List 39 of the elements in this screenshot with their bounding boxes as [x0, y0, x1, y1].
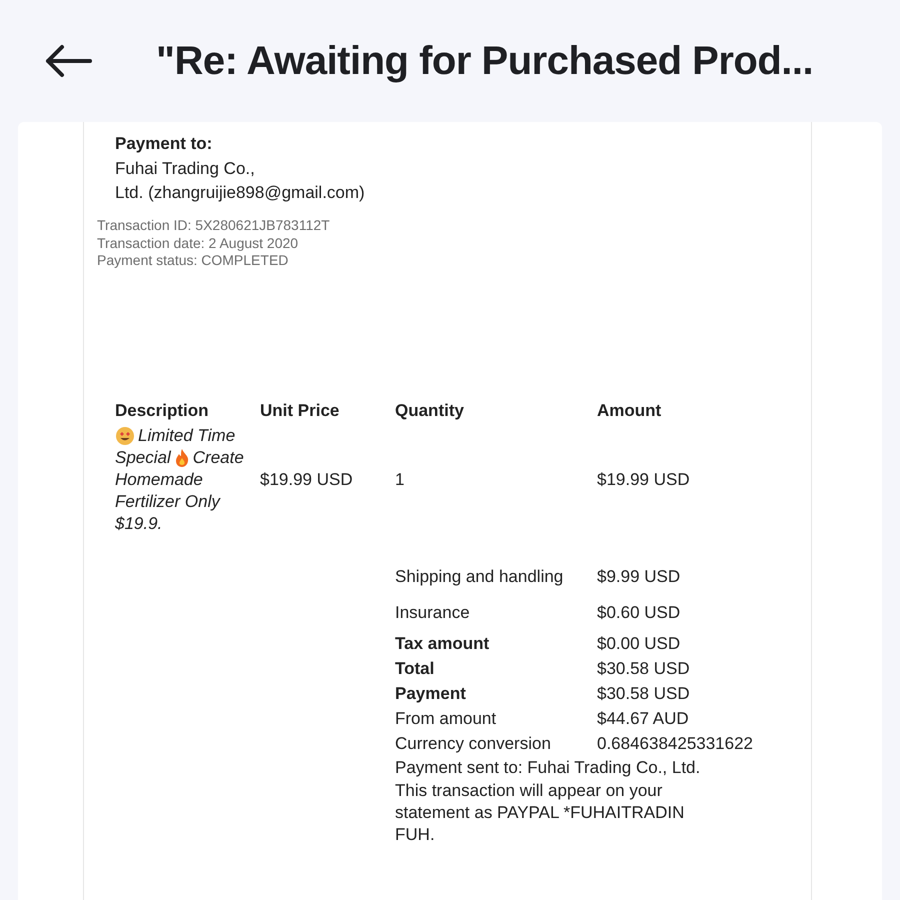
summary-value: $0.60 USD	[597, 602, 680, 624]
summary-value: $30.58 USD	[597, 658, 690, 680]
payee-text: Fuhai Trading Co.,	[115, 159, 255, 178]
amount-cell: $19.99 USD	[597, 470, 690, 488]
item-description: Limited Time	[138, 424, 236, 446]
item-description: Fertilizer Only	[115, 490, 220, 512]
payment-note: This transaction will appear on your statement as PAYPAL *FUHAITRADIN FUH.	[395, 780, 686, 846]
column-header: Quantity	[395, 400, 465, 422]
summary-label: From amount	[395, 708, 496, 728]
summary-label: Total	[395, 658, 434, 678]
column-header: Amount	[597, 400, 662, 422]
summary-label: Currency conversion	[395, 734, 551, 752]
summary-value: 0.684638425331622	[597, 732, 753, 754]
summary-value: $44.67 AUD	[597, 708, 689, 730]
smiling-face-icon	[115, 426, 135, 446]
summary-label: Insurance	[395, 602, 470, 622]
back-arrow-icon[interactable]	[44, 44, 92, 78]
unit-price-cell: $19.99 USD	[260, 470, 353, 488]
quantity-cell: 1	[395, 470, 404, 488]
transaction-info-line: Transaction date: 2 August 2020	[97, 234, 300, 252]
email-subject-title: "Re: Awaiting for Purchased Prod...	[156, 38, 814, 85]
payee-text: Ltd. (zhangruijie898@gmail.com)	[115, 183, 365, 202]
item-description: Special	[115, 446, 171, 468]
payment-to-heading: Payment to:	[115, 133, 214, 155]
summary-value: $0.00 USD	[597, 632, 680, 654]
item-description: $19.9.	[115, 512, 162, 534]
flame-icon	[174, 448, 190, 468]
transaction-info-line: Transaction ID: 5X280621JB783112T	[97, 217, 331, 234]
column-header: Description	[115, 400, 210, 422]
column-header: Unit Price	[260, 400, 340, 422]
payment-note: Payment sent to: Fuhai Trading Co., Ltd.	[395, 756, 702, 778]
item-description: Create	[192, 446, 244, 468]
transaction-info-line: Payment status: COMPLETED	[97, 252, 290, 270]
item-description: Homemade	[115, 468, 203, 490]
summary-label: Tax amount	[395, 634, 490, 652]
summary-value: $9.99 USD	[597, 566, 680, 588]
summary-label: Shipping and handling	[395, 566, 564, 586]
summary-value: $30.58 USD	[597, 682, 690, 704]
summary-label: Payment	[395, 684, 466, 702]
